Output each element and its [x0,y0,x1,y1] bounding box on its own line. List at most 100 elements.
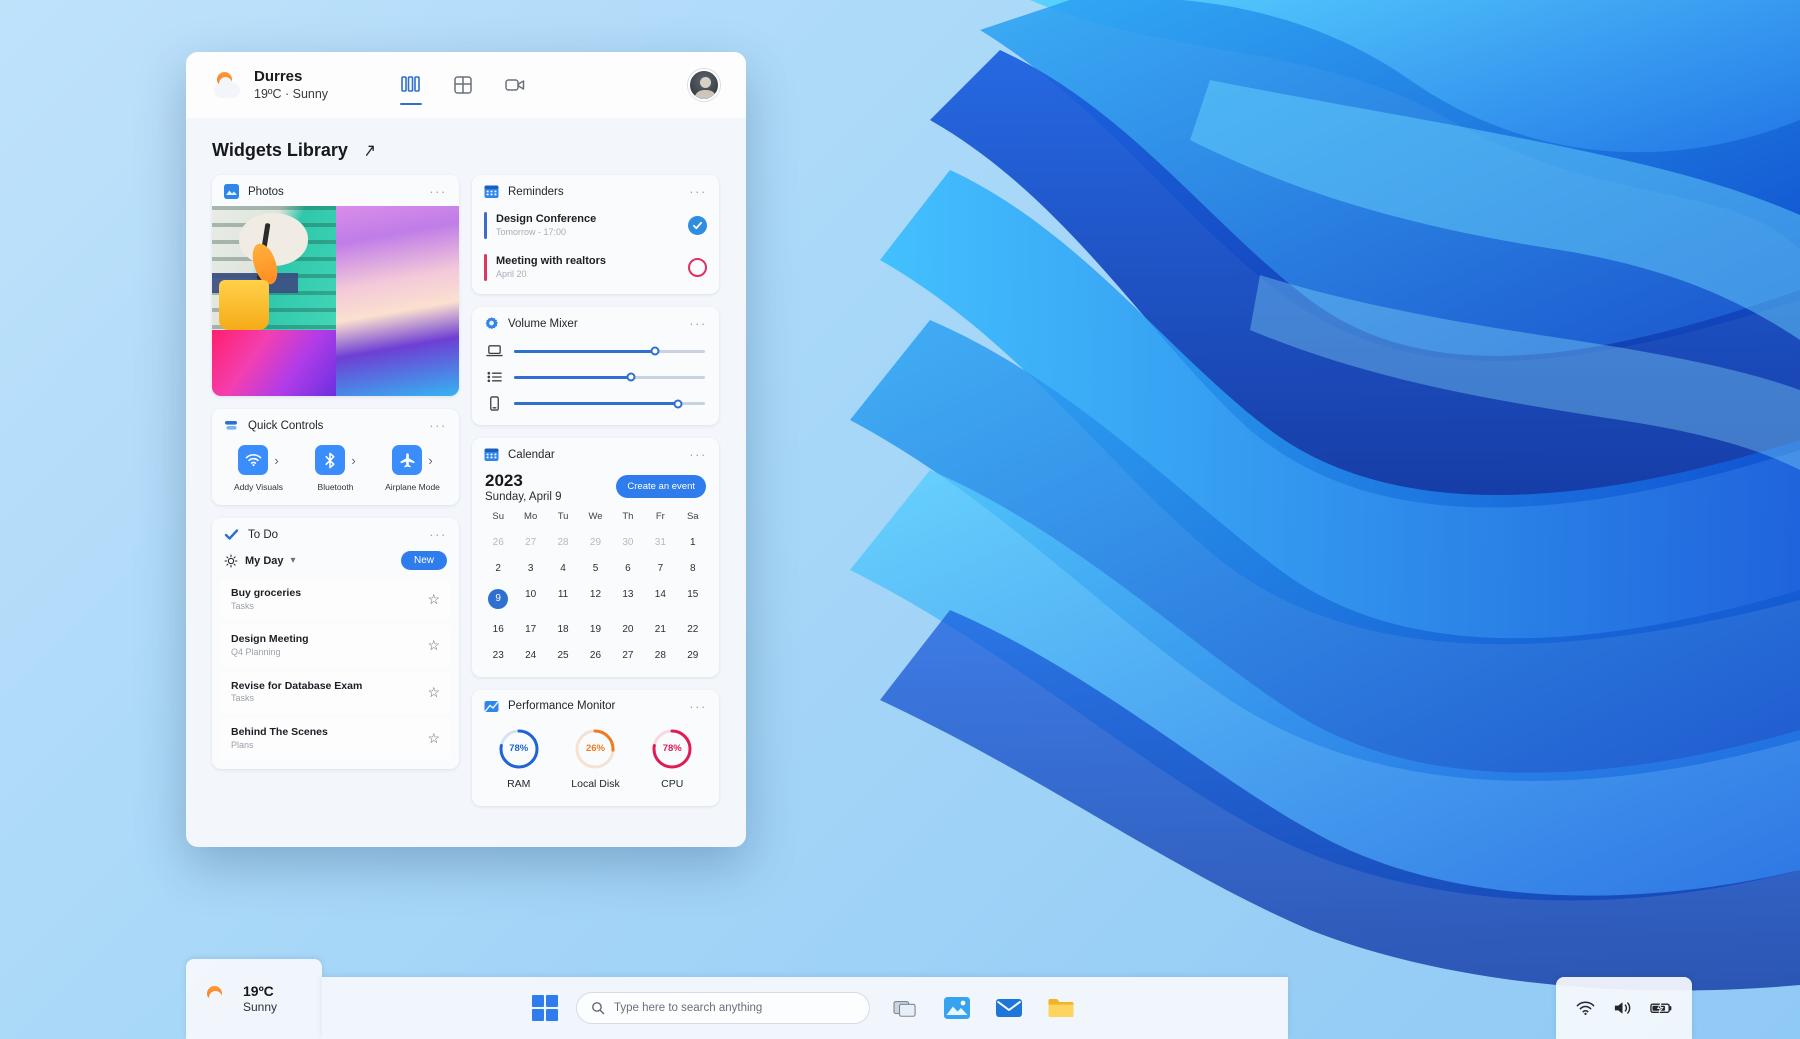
chevron-down-icon[interactable]: ▾ [291,555,296,566]
reminders-menu[interactable]: ··· [689,184,707,199]
calendar-day[interactable]: 17 [514,620,546,639]
calendar-day[interactable]: 27 [514,533,546,552]
file-explorer-icon [1048,999,1074,1017]
calendar-day[interactable]: 29 [677,646,709,665]
list-item[interactable]: Revise for Database Exam Tasks ☆ [220,671,451,713]
todo-list-name: My Day [245,554,284,567]
calendar-day-label: 9 [488,588,509,609]
quick-controls-menu[interactable]: ··· [429,418,447,433]
calendar-day[interactable]: 6 [612,559,644,578]
calendar-day[interactable]: 28 [547,533,579,552]
reminder-complete-checkbox[interactable] [688,258,707,277]
wifi-tray-button[interactable] [1576,1001,1595,1016]
taskbar-weather-widget[interactable]: 19ºC Sunny [186,959,322,1039]
todo-menu[interactable]: ··· [429,527,447,542]
todo-list-selector[interactable]: My Day ▾ New [212,549,459,579]
calendar-day[interactable]: 10 [514,585,546,613]
volume-slider-media[interactable] [514,372,705,382]
expand-arrow-icon[interactable] [361,143,376,158]
reminder-accent-bar [484,254,487,281]
calendar-day[interactable]: 2 [482,559,514,578]
gauge-cpu[interactable]: 78% CPU [651,728,693,790]
star-icon[interactable]: ☆ [427,637,440,654]
star-icon[interactable]: ☆ [427,591,440,608]
calendar-day[interactable]: 18 [547,620,579,639]
bluetooth-expand-chevron[interactable]: › [351,453,355,468]
performance-menu[interactable]: ··· [689,699,707,714]
calendar-day[interactable]: 4 [547,559,579,578]
calendar-day[interactable]: 31 [644,533,676,552]
star-icon[interactable]: ☆ [427,730,440,747]
grid-layout-tab[interactable] [450,72,476,98]
bluetooth-toggle-button[interactable] [315,445,346,475]
create-event-button[interactable]: Create an event [616,475,706,498]
phone-icon [490,396,499,411]
grid-icon [454,76,472,94]
widgets-board-tab[interactable] [398,72,424,105]
calendar-day[interactable]: 7 [644,559,676,578]
airplane-expand-chevron[interactable]: › [428,453,432,468]
video-tab[interactable] [502,72,528,98]
list-item[interactable]: Design Meeting Q4 Planning ☆ [220,625,451,667]
photos-collage[interactable] [212,206,459,396]
calendar-day[interactable]: 3 [514,559,546,578]
list-item[interactable]: Buy groceries Tasks ☆ [220,579,451,621]
file-explorer-button[interactable] [1044,992,1078,1024]
calendar-day[interactable]: 11 [547,585,579,613]
gauge-local-disk[interactable]: 26% Local Disk [571,728,620,790]
list-item[interactable]: Behind The Scenes Plans ☆ [220,717,451,760]
volume-slider-phone[interactable] [514,399,705,408]
list-item[interactable]: Meeting with realtors April 20 [472,248,719,294]
calendar-day[interactable]: 30 [612,533,644,552]
photo-thumb-1[interactable] [212,206,336,330]
calendar-day[interactable]: 26 [482,533,514,552]
calendar-day[interactable]: 14 [644,585,676,613]
calendar-day[interactable]: 28 [644,646,676,665]
location-name: Durres [254,67,303,85]
photos-app-button[interactable] [940,992,974,1024]
calendar-day[interactable]: 13 [612,585,644,613]
calendar-day[interactable]: 20 [612,620,644,639]
calendar-day[interactable]: 19 [579,620,611,639]
battery-tray-button[interactable] [1649,1001,1673,1015]
volume-slider-laptop[interactable] [514,346,705,356]
calendar-day[interactable]: 25 [547,646,579,665]
avatar[interactable] [688,69,720,101]
photos-menu[interactable]: ··· [429,184,447,199]
calendar-day[interactable]: 26 [579,646,611,665]
calendar-day[interactable]: 23 [482,646,514,665]
wifi-expand-chevron[interactable]: › [274,453,278,468]
new-task-button[interactable]: New [400,551,447,570]
volume-tray-button[interactable] [1613,1000,1632,1016]
reminder-complete-checkbox[interactable] [688,216,707,235]
volume-mixer-menu[interactable]: ··· [689,316,707,331]
photo-thumb-3[interactable] [212,330,336,396]
task-view-button[interactable] [888,992,922,1024]
list-item[interactable]: Design Conference Tomorrow - 17:00 [472,206,719,248]
calendar-day[interactable]: 27 [612,646,644,665]
calendar-day-selected[interactable]: 9 [482,585,514,613]
calendar-day[interactable]: 5 [579,559,611,578]
header-location-block[interactable]: Durres 19ºC · Sunny [254,68,328,102]
star-icon[interactable]: ☆ [427,684,440,701]
photo-thumb-2[interactable] [335,206,459,396]
calendar-day[interactable]: 8 [677,559,709,578]
local-disk-ring: 26% [574,728,616,770]
search-input[interactable]: Type here to search anything [576,992,870,1024]
wifi-toggle-button[interactable] [238,445,269,475]
airplane-toggle-button[interactable] [392,445,423,475]
cpu-value: 78% [662,743,682,755]
calendar-day[interactable]: 21 [644,620,676,639]
calendar-day[interactable]: 15 [677,585,709,613]
photos-title: Photos [248,185,284,198]
gauge-ram[interactable]: 78% RAM [498,728,540,790]
calendar-day[interactable]: 29 [579,533,611,552]
calendar-menu[interactable]: ··· [689,447,707,462]
calendar-day[interactable]: 12 [579,585,611,613]
calendar-day[interactable]: 16 [482,620,514,639]
start-button[interactable] [532,995,558,1021]
calendar-day[interactable]: 1 [677,533,709,552]
mail-app-button[interactable] [992,992,1026,1024]
calendar-day[interactable]: 22 [677,620,709,639]
calendar-day[interactable]: 24 [514,646,546,665]
